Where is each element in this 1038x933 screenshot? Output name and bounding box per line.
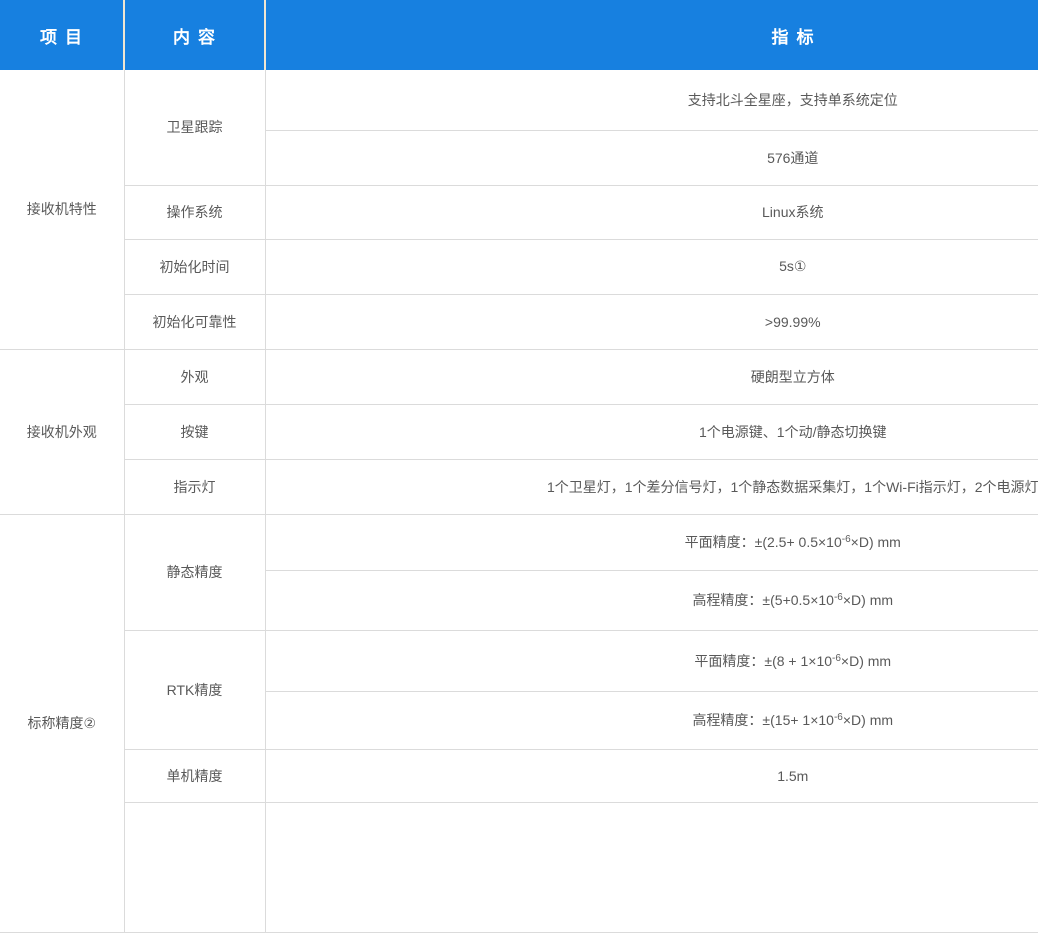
header-cell-content: 内容 bbox=[124, 0, 265, 70]
clipped-row bbox=[0, 802, 1038, 932]
content-cell-init-reliability: 初始化可靠性 bbox=[124, 294, 265, 349]
indicator-text: 5s① bbox=[779, 258, 806, 274]
indicator-cell: 1个电源键、1个动/静态切换键 bbox=[265, 404, 1038, 459]
indicator-text: 1.5m bbox=[777, 768, 808, 784]
indicator-text: 平面精度：±(8 + 1×10 bbox=[694, 653, 832, 669]
indicator-text: Linux系统 bbox=[762, 204, 823, 220]
indicator-cell: 平面精度：±(2.5+ 0.5×10-6×D) mm bbox=[265, 514, 1038, 570]
content-cell-satellite-tracking: 卫星跟踪 bbox=[124, 70, 265, 185]
table-row: 接收机外观 外观 硬朗型立方体 bbox=[0, 349, 1038, 404]
exponent-text: -6 bbox=[834, 712, 843, 723]
exponent-text: -6 bbox=[834, 592, 843, 603]
indicator-text: 平面精度：±(2.5+ 0.5×10 bbox=[685, 534, 842, 550]
indicator-text: ×D) mm bbox=[851, 534, 901, 550]
indicator-text: ×D) mm bbox=[843, 592, 893, 608]
indicator-cell: >99.99% bbox=[265, 294, 1038, 349]
spec-table: 项目 内容 指标 接收机特性 卫星跟踪 支持北斗全星座，支持单系统定位 576通… bbox=[0, 0, 1038, 933]
indicator-cell: 高程精度：±(15+ 1×10-6×D) mm bbox=[265, 691, 1038, 749]
table-row: 按键 1个电源键、1个动/静态切换键 bbox=[0, 404, 1038, 459]
content-cell-rtk-accuracy: RTK精度 bbox=[124, 630, 265, 749]
content-cell-static-accuracy: 静态精度 bbox=[124, 514, 265, 630]
content-cell-indicator-lights: 指示灯 bbox=[124, 459, 265, 514]
table-row: 初始化可靠性 >99.99% bbox=[0, 294, 1038, 349]
indicator-cell: 硬朗型立方体 bbox=[265, 349, 1038, 404]
content-cell-init-time: 初始化时间 bbox=[124, 239, 265, 294]
item-cell-nominal-accuracy: 标称精度② bbox=[0, 514, 124, 932]
content-cell-standalone-accuracy: 单机精度 bbox=[124, 749, 265, 802]
table-row: 标称精度② 静态精度 平面精度：±(2.5+ 0.5×10-6×D) mm bbox=[0, 514, 1038, 570]
content-cell-os: 操作系统 bbox=[124, 185, 265, 239]
indicator-cell: 平面精度：±(8 + 1×10-6×D) mm bbox=[265, 630, 1038, 691]
table-row: 接收机特性 卫星跟踪 支持北斗全星座，支持单系统定位 bbox=[0, 70, 1038, 130]
header-cell-item: 项目 bbox=[0, 0, 124, 70]
indicator-cell: 支持北斗全星座，支持单系统定位 bbox=[265, 70, 1038, 130]
indicator-cell: 576通道 bbox=[265, 130, 1038, 185]
indicator-text: 高程精度：±(5+0.5×10 bbox=[692, 592, 834, 608]
indicator-cell: 1.5m bbox=[265, 749, 1038, 802]
content-cell-buttons: 按键 bbox=[124, 404, 265, 459]
indicator-text: 支持北斗全星座，支持单系统定位 bbox=[688, 92, 898, 108]
content-cell-clipped bbox=[124, 802, 265, 932]
indicator-text: 硬朗型立方体 bbox=[751, 369, 835, 385]
table-row: 单机精度 1.5m bbox=[0, 749, 1038, 802]
indicator-text: ×D) mm bbox=[843, 712, 893, 728]
header-cell-indicator: 指标 bbox=[265, 0, 1038, 70]
table-row: RTK精度 平面精度：±(8 + 1×10-6×D) mm bbox=[0, 630, 1038, 691]
table-row: 初始化时间 5s① bbox=[0, 239, 1038, 294]
table-row: 操作系统 Linux系统 bbox=[0, 185, 1038, 239]
indicator-text: ×D) mm bbox=[841, 653, 891, 669]
indicator-cell: 1个卫星灯，1个差分信号灯，1个静态数据采集灯，1个Wi-Fi指示灯，2个电源灯 bbox=[265, 459, 1038, 514]
table-row: 指示灯 1个卫星灯，1个差分信号灯，1个静态数据采集灯，1个Wi-Fi指示灯，2… bbox=[0, 459, 1038, 514]
indicator-cell: Linux系统 bbox=[265, 185, 1038, 239]
item-cell-receiver-appearance: 接收机外观 bbox=[0, 349, 124, 514]
exponent-text: -6 bbox=[832, 653, 841, 664]
indicator-text: 1个卫星灯，1个差分信号灯，1个静态数据采集灯，1个Wi-Fi指示灯，2个电源灯 bbox=[547, 479, 1038, 495]
indicator-text: 576通道 bbox=[767, 150, 818, 166]
item-cell-receiver-features: 接收机特性 bbox=[0, 70, 124, 349]
content-cell-appearance: 外观 bbox=[124, 349, 265, 404]
indicator-cell: 5s① bbox=[265, 239, 1038, 294]
indicator-cell-clipped bbox=[265, 802, 1038, 932]
indicator-text: >99.99% bbox=[765, 314, 821, 330]
indicator-text: 高程精度：±(15+ 1×10 bbox=[692, 712, 834, 728]
exponent-text: -6 bbox=[842, 534, 851, 545]
header-row: 项目 内容 指标 bbox=[0, 0, 1038, 70]
indicator-cell: 高程精度：±(5+0.5×10-6×D) mm bbox=[265, 570, 1038, 630]
indicator-text: 1个电源键、1个动/静态切换键 bbox=[699, 424, 886, 440]
